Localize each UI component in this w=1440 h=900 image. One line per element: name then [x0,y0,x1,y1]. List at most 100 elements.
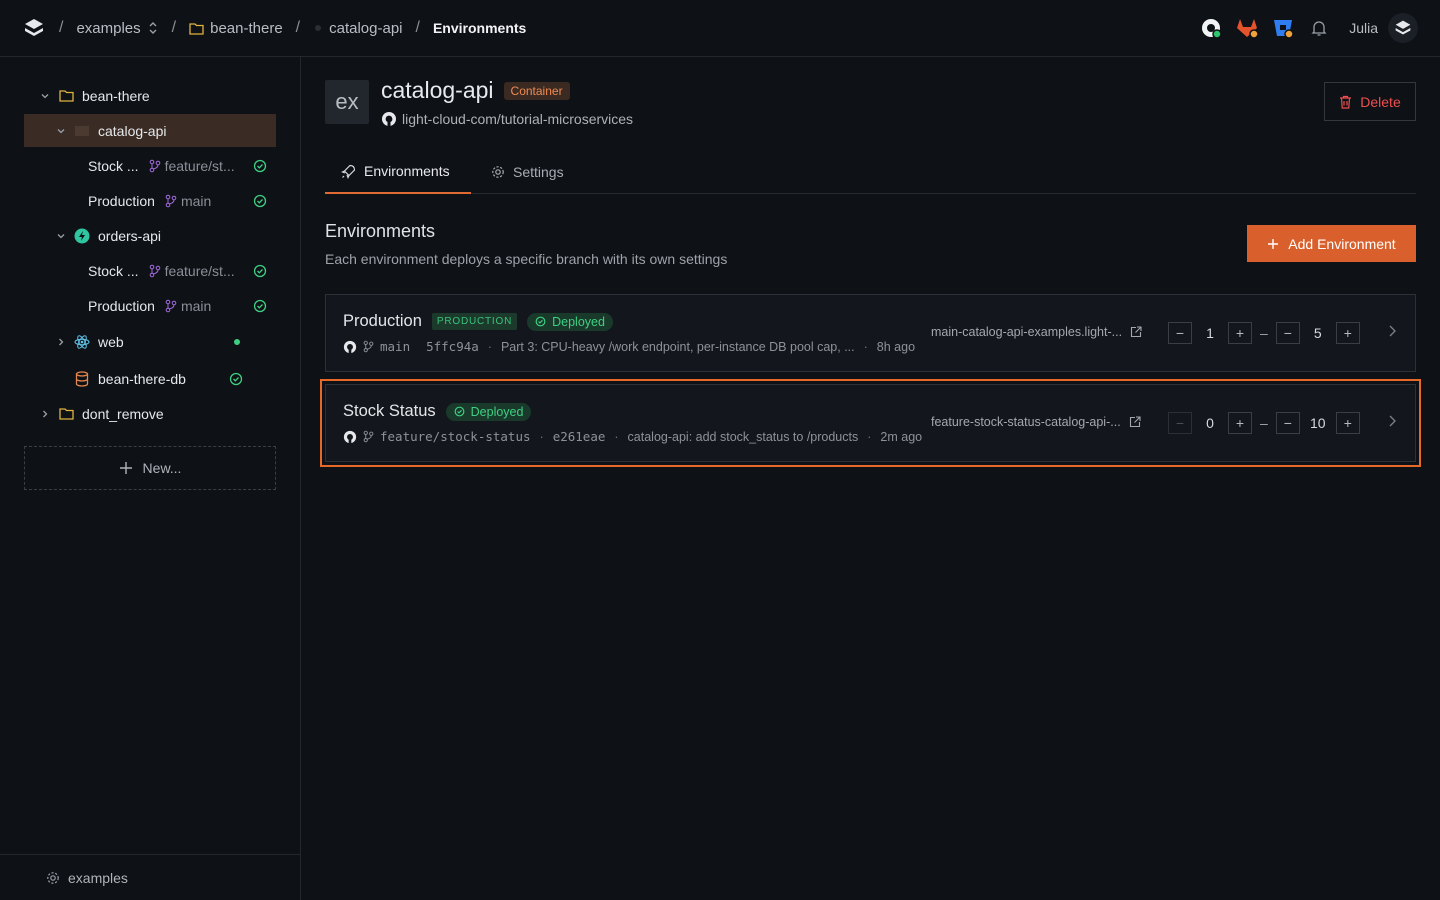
service-type-badge: Container [503,81,570,100]
env-commit[interactable]: e261eae [553,429,606,444]
git-branch-icon [149,159,160,172]
env-branch: feature/stock-status [380,429,531,444]
env-card-stock-status[interactable]: Stock Status Deployed feature/stock-stat… [320,379,1421,467]
sidebar-env-branch-label: feature/st... [164,262,235,279]
tab-settings[interactable]: Settings [491,150,564,193]
breadcrumb-org-label: examples [76,19,141,37]
min-increment-button[interactable]: + [1228,412,1252,434]
min-instances-value: 0 [1206,415,1214,431]
gitlab-icon[interactable] [1229,12,1265,44]
avatar-logo-icon [1395,20,1411,35]
sidebar-project-bean-there[interactable]: bean-there [38,79,276,112]
sidebar-env-orders-production[interactable]: Production main [88,289,268,322]
sidebar-service-catalog-api[interactable]: catalog-api [24,114,276,147]
status-dot-icon [234,338,240,345]
external-link-icon [1129,416,1141,428]
max-increment-button[interactable]: + [1335,412,1360,434]
add-environment-button[interactable]: Add Environment [1247,225,1416,262]
breadcrumb-service-label: catalog-api [329,19,403,37]
env-name: Stock Status [343,402,436,420]
breadcrumb-org[interactable]: examples [76,20,158,37]
env-time: 8h ago [876,339,916,354]
tab-bar: Environments Settings [325,150,1416,194]
avatar[interactable] [1388,13,1418,43]
bitbucket-icon[interactable] [1265,12,1301,44]
env-meta: feature/stock-status · e261eae · catalog… [343,429,922,444]
sidebar-env-branch-label: main [180,297,212,314]
user-name[interactable]: Julia [1349,20,1378,36]
delete-button-label: Delete [1360,93,1401,110]
breadcrumb-service[interactable]: catalog-api [313,19,403,37]
chevron-down-icon[interactable] [38,91,52,101]
instance-scaler: − 0 + – − 10 + [1168,411,1360,435]
sidebar-service-web[interactable]: web [54,325,244,358]
new-button[interactable]: New... [24,446,276,490]
breadcrumb-project-label: bean-there [210,19,283,37]
chevron-right-icon[interactable] [54,337,68,347]
check-circle-icon [535,316,546,327]
separator-dot: · [614,429,619,444]
env-url-link[interactable]: main-catalog-api-examples.light-... [931,325,1142,339]
app-logo-icon[interactable] [22,16,46,40]
service-avatar: ex [325,80,369,124]
delete-button[interactable]: Delete [1324,82,1416,121]
external-link-icon [1131,326,1142,338]
env-card-production[interactable]: Production PRODUCTION Deployed main 5ffc… [325,294,1416,372]
env-commit-message: catalog-api: add stock_status to /produc… [627,429,859,444]
git-branch-icon [165,194,177,207]
sidebar-service-orders-api[interactable]: orders-api [54,219,276,252]
chevron-updown-icon [149,22,157,34]
sidebar-env-orders-stock[interactable]: Stock ... feature/st... [88,254,268,287]
service-icon [315,25,322,31]
separator-dot: · [867,429,872,444]
sidebar-project-dont-remove[interactable]: dont_remove [38,397,276,430]
tab-settings-label: Settings [513,163,564,180]
chevron-right-icon[interactable] [1387,324,1397,338]
sidebar-env-label: Production [88,297,155,314]
github-icon[interactable] [1193,12,1229,44]
sidebar-service-label: catalog-api [98,122,167,139]
chevron-down-icon[interactable] [54,126,68,136]
rocket-icon [341,164,356,179]
breadcrumb-separator: / [59,19,64,36]
chevron-right-icon[interactable] [38,409,52,419]
env-time: 2m ago [880,429,923,444]
breadcrumb-project[interactable]: bean-there [189,20,283,37]
env-branch: main [380,339,411,354]
breadcrumb-current: Environments [432,20,527,36]
chevron-right-icon[interactable] [1387,414,1397,428]
sidebar-env-catalog-stock[interactable]: Stock ... feature/st... [88,149,268,182]
status-badge: Deployed [445,402,532,421]
sidebar-env-branch-label: main [180,192,212,209]
env-name: Production [343,312,422,330]
new-button-label: New... [142,460,182,476]
sidebar-service-label: orders-api [98,227,162,244]
env-url-link[interactable]: feature-stock-status-catalog-api-... [931,415,1141,429]
min-decrement-button[interactable]: − [1168,322,1192,344]
min-decrement-button[interactable]: − [1168,412,1192,434]
min-increment-button[interactable]: + [1228,322,1252,344]
database-icon [74,370,90,387]
max-decrement-button[interactable]: − [1275,412,1300,434]
sidebar-env-catalog-production[interactable]: Production main [88,184,268,217]
env-title: Stock Status Deployed [343,402,532,421]
service-repo-label: light-cloud-com/tutorial-microservices [402,111,634,127]
sidebar-env-branch: main [165,193,211,209]
service-title: catalog-api Container [381,77,570,104]
env-commit[interactable]: 5ffc94a [426,339,479,354]
tab-environments[interactable]: Environments [325,150,471,194]
max-increment-button[interactable]: + [1335,322,1360,344]
chevron-down-icon[interactable] [54,231,68,241]
sidebar-service-label: web [98,333,124,350]
separator-dot: · [539,429,544,444]
bell-icon[interactable] [1301,12,1337,44]
check-circle-icon [253,299,267,312]
sidebar-service-bean-there-db[interactable]: bean-there-db [74,362,244,395]
service-repo-link[interactable]: light-cloud-com/tutorial-microservices [381,111,633,127]
env-url-label: main-catalog-api-examples.light-... [931,325,1123,339]
sidebar-footer-org[interactable]: examples [0,854,300,900]
gear-icon [492,165,504,178]
max-decrement-button[interactable]: − [1275,322,1300,344]
separator-dot: · [487,339,492,354]
check-circle-icon [454,406,465,417]
